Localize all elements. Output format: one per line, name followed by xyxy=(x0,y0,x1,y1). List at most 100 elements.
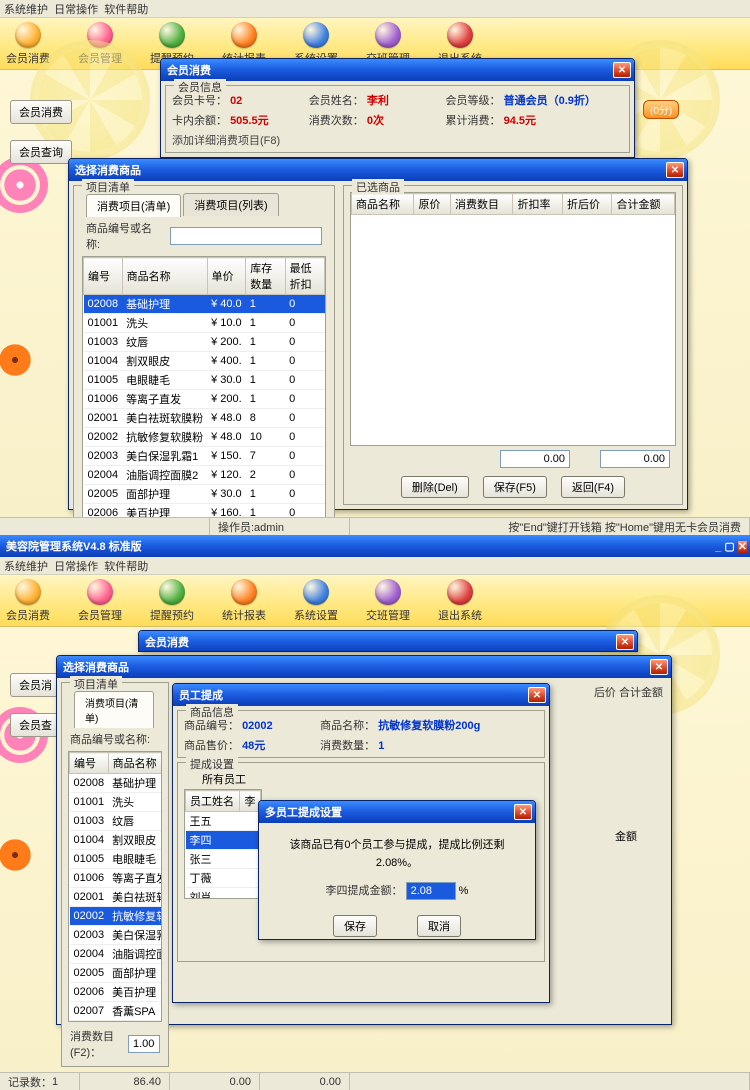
table-row[interactable]: 01005电眼睫毛¥ 30.010 xyxy=(84,371,325,390)
record-count-label: 记录数： xyxy=(8,1074,52,1090)
table-row[interactable]: 01004割双眼皮¥ 400.10 xyxy=(84,352,325,371)
toolbar-交班管理[interactable]: 交班管理 xyxy=(366,579,410,623)
col-header[interactable]: 单价 xyxy=(207,258,246,295)
goods-table[interactable]: 编号商品名称单价库存数量最低折扣 02008基础护理¥ 40.01001001洗… xyxy=(83,257,325,542)
table-row[interactable]: 02008基础护理¥ 40.010 xyxy=(84,295,325,314)
table-row[interactable]: 02005面部护理 xyxy=(70,964,163,983)
toolbar-系统设置[interactable]: 系统设置 xyxy=(294,579,338,623)
close-icon[interactable]: ✕ xyxy=(514,804,532,820)
tab-table[interactable]: 消费项目(列表) xyxy=(183,193,278,216)
col-header[interactable]: 商品名称 xyxy=(352,194,414,215)
table-row[interactable]: 02003美白保湿乳霜1¥ 150.70 xyxy=(84,447,325,466)
menu-item[interactable]: 软件帮助 xyxy=(104,561,148,573)
footer-val3: 0.00 xyxy=(260,1073,350,1090)
close-icon[interactable]: ✕ xyxy=(616,634,634,650)
qty-input[interactable] xyxy=(128,1035,160,1053)
menu-item[interactable]: 系统维护 xyxy=(4,4,48,16)
save-button[interactable]: 保存(F5) xyxy=(483,476,547,498)
close-icon[interactable]: ✕ xyxy=(613,62,631,78)
toolbar-会员管理[interactable]: 会员管理 xyxy=(78,22,122,66)
menu-item[interactable]: 日常操作 xyxy=(54,4,98,16)
dialog-save-button[interactable]: 保存 xyxy=(333,915,377,937)
employee-table[interactable]: 员工姓名李 王五李四张三丁薇刘肖 xyxy=(185,790,261,899)
table-row[interactable]: 01006等离子直发 xyxy=(70,869,163,888)
app-title-text: 美容院管理系统V4.8 标准版 xyxy=(6,538,142,554)
table-row[interactable]: 02005面部护理¥ 30.010 xyxy=(84,485,325,504)
tab-list[interactable]: 消费项目(清单) xyxy=(74,691,154,728)
table-row[interactable]: 01001洗头 xyxy=(70,793,163,812)
col-header[interactable]: 原价 xyxy=(414,194,451,215)
table-row[interactable]: 02002抗敏修复软膜粉¥ 48.0100 xyxy=(84,428,325,447)
table-row[interactable]: 02004油脂调控面膜 xyxy=(70,945,163,964)
col-header[interactable]: 折扣率 xyxy=(513,194,563,215)
close-icon[interactable]: ✕ xyxy=(650,659,668,675)
table-row[interactable]: 02001美白祛斑软膜 xyxy=(70,888,163,907)
col-header[interactable]: 合计金额 xyxy=(612,194,675,215)
toolbar-会员管理[interactable]: 会员管理 xyxy=(78,579,122,623)
toolbar-会员消费[interactable]: 会员消费 xyxy=(6,22,50,66)
menu-item[interactable]: 系统维护 xyxy=(4,561,48,573)
toolbar-会员消费[interactable]: 会员消费 xyxy=(6,579,50,623)
table-row[interactable]: 02003美白保湿乳霜 xyxy=(70,926,163,945)
table-row[interactable]: 01003纹唇 xyxy=(70,812,163,831)
toolbar-退出系统[interactable]: 退出系统 xyxy=(438,579,482,623)
col-header[interactable]: 消费数目 xyxy=(451,194,513,215)
table-row[interactable]: 02008基础护理 xyxy=(70,774,163,793)
member-name-value: 李利 xyxy=(367,95,389,107)
table-row[interactable]: 01003纹唇¥ 200.10 xyxy=(84,333,325,352)
table-row[interactable]: 02002抗敏修复软膜 xyxy=(70,907,163,926)
balance-value: 505.5元 xyxy=(230,115,269,127)
table-row[interactable]: 02004油脂调控面膜2¥ 120.20 xyxy=(84,466,325,485)
col-header[interactable]: 库存数量 xyxy=(246,258,285,295)
toolbar-icon xyxy=(159,22,185,48)
table-row[interactable]: 02007香薰SPA xyxy=(70,1002,163,1021)
table-row[interactable]: 张三 xyxy=(186,850,261,869)
col-header[interactable]: 折后价 xyxy=(562,194,612,215)
dialog-text: 该商品已有0个员工参与提成，提成比例还剩2.08%。 xyxy=(269,837,525,872)
selected-goods-table[interactable]: 商品名称原价消费数目折扣率折后价合计金额 xyxy=(351,193,675,215)
col-header[interactable]: 商品名称 xyxy=(108,753,162,774)
qty-label: 消费数目(F2)： xyxy=(70,1028,124,1060)
menu-item[interactable]: 日常操作 xyxy=(54,561,98,573)
table-row[interactable]: 丁薇 xyxy=(186,869,261,888)
balance-label: 卡内余额： xyxy=(172,115,227,127)
table-row[interactable]: 02001美白祛斑软膜粉¥ 48.080 xyxy=(84,409,325,428)
minimize-icon[interactable]: _ xyxy=(715,541,721,553)
tab-list[interactable]: 消费项目(清单) xyxy=(86,194,181,217)
toolbar-label: 交班管理 xyxy=(366,607,410,623)
close-icon[interactable]: ✕ xyxy=(738,541,747,553)
dialog-cancel-button[interactable]: 取消 xyxy=(417,915,461,937)
toolbar-统计报表[interactable]: 统计报表 xyxy=(222,579,266,623)
close-icon[interactable]: ✕ xyxy=(528,687,546,703)
table-row[interactable]: 01004割双眼皮 xyxy=(70,831,163,850)
col-header[interactable]: 编号 xyxy=(70,753,109,774)
delete-button[interactable]: 删除(Del) xyxy=(401,476,469,498)
col-header[interactable]: 商品名称 xyxy=(122,258,207,295)
table-row[interactable]: 李四 xyxy=(186,831,261,850)
table-row[interactable]: 王五 xyxy=(186,812,261,831)
table-row[interactable]: 01005电眼睫毛 xyxy=(70,850,163,869)
maximize-icon[interactable]: ▢ xyxy=(724,541,734,553)
percent-label: % xyxy=(459,885,469,897)
commission-amount-input[interactable] xyxy=(406,882,456,900)
goods-name-value: 抗敏修复软膜粉200g xyxy=(378,720,480,732)
side-query-button[interactable]: 会员查 xyxy=(10,713,61,737)
goods-table-2[interactable]: 编号商品名称 02008基础护理01001洗头01003纹唇01004割双眼皮0… xyxy=(69,752,162,1021)
close-icon[interactable]: ✕ xyxy=(666,162,684,178)
toolbar-icon xyxy=(87,22,113,48)
toolbar-label: 会员管理 xyxy=(78,607,122,623)
menu-item[interactable]: 软件帮助 xyxy=(104,4,148,16)
table-row[interactable]: 01001洗头¥ 10.010 xyxy=(84,314,325,333)
col-header[interactable]: 最低折扣 xyxy=(285,258,324,295)
side-query-button[interactable]: 会员查询 xyxy=(10,140,72,164)
col-header[interactable]: 编号 xyxy=(84,258,123,295)
side-consume-button[interactable]: 会员消费 xyxy=(10,100,72,124)
goods-search-input[interactable] xyxy=(170,227,322,245)
toolbar-icon xyxy=(447,22,473,48)
back-button[interactable]: 返回(F4) xyxy=(561,476,625,498)
toolbar-提醒预约[interactable]: 提醒预约 xyxy=(150,579,194,623)
side-consume-button[interactable]: 会员消 xyxy=(10,673,61,697)
table-row[interactable]: 刘肖 xyxy=(186,888,261,900)
table-row[interactable]: 02006美百护理 xyxy=(70,983,163,1002)
table-row[interactable]: 01006等离子直发¥ 200.10 xyxy=(84,390,325,409)
